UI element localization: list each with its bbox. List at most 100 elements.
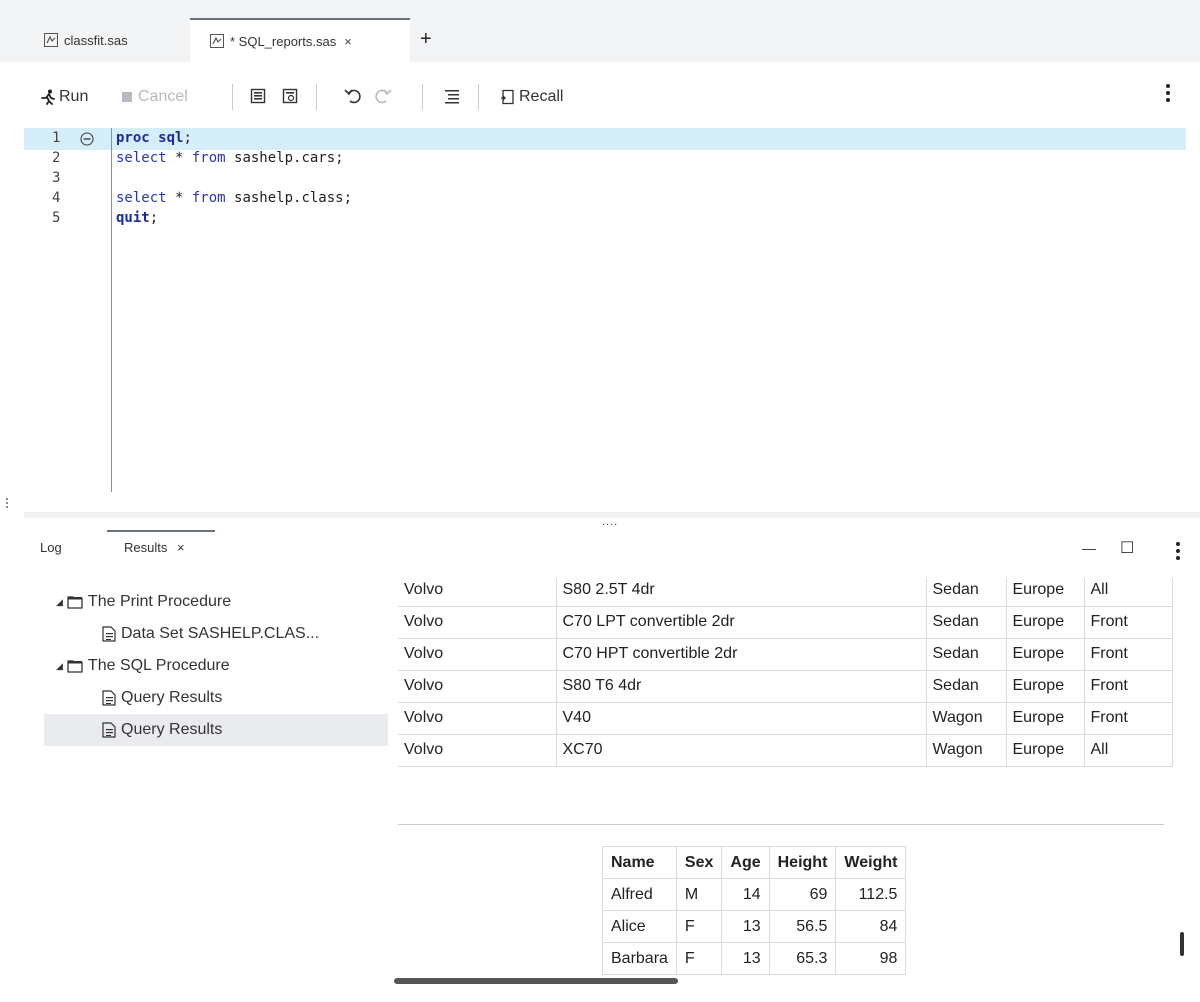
run-button[interactable]: Run bbox=[40, 88, 88, 106]
table-cell: Volvo bbox=[398, 670, 557, 703]
tree-node-print-procedure[interactable]: ◢ The Print Procedure bbox=[44, 586, 388, 618]
table-cell: Alice bbox=[602, 910, 677, 943]
table-cell: Europe bbox=[1006, 578, 1085, 607]
tree-node-label: Query Results bbox=[121, 721, 223, 738]
table-row: Barbara F 13 65.3 98 bbox=[602, 942, 907, 975]
format-code-button[interactable] bbox=[444, 88, 460, 109]
save-as-icon bbox=[282, 88, 298, 109]
active-tab-indicator bbox=[107, 530, 215, 532]
tab-label: classfit.sas bbox=[64, 32, 128, 48]
code-editor[interactable] bbox=[24, 126, 1200, 496]
table-cell: Europe bbox=[1006, 638, 1085, 671]
table-cell: 13 bbox=[721, 910, 770, 943]
save-icon bbox=[250, 88, 266, 109]
close-icon[interactable]: × bbox=[344, 34, 352, 49]
close-icon[interactable]: × bbox=[177, 540, 185, 555]
tab-sql-reports[interactable]: * SQL_reports.sas × bbox=[190, 18, 410, 62]
splitter-grip[interactable]: .... bbox=[602, 516, 618, 528]
toolbar-divider bbox=[232, 84, 233, 110]
column-header: Name bbox=[602, 846, 677, 879]
recall-button[interactable]: Recall bbox=[500, 88, 563, 106]
table-cell: All bbox=[1084, 734, 1173, 767]
table-cell: 69 bbox=[768, 878, 837, 911]
code-text: select * from sashelp.cars; bbox=[116, 150, 344, 166]
redo-button[interactable] bbox=[374, 88, 392, 109]
table-cell: C70 HPT convertible 2dr bbox=[556, 638, 927, 671]
table-cell: S80 T6 4dr bbox=[556, 670, 927, 703]
table-row: Alice F 13 56.5 84 bbox=[602, 910, 907, 943]
more-options-icon[interactable] bbox=[1166, 84, 1170, 105]
maximize-button[interactable]: ☐ bbox=[1120, 538, 1134, 558]
recall-label: Recall bbox=[519, 88, 564, 105]
stop-icon bbox=[122, 92, 132, 102]
code-token: ; bbox=[149, 210, 159, 226]
save-button[interactable] bbox=[250, 88, 266, 109]
line-number: 2 bbox=[52, 150, 61, 166]
fold-collapse-icon[interactable] bbox=[80, 132, 94, 151]
undo-button[interactable] bbox=[344, 88, 362, 109]
table-cell: Europe bbox=[1006, 606, 1085, 639]
table-row: Volvo XC70 Wagon Europe All bbox=[398, 734, 1173, 767]
tree-node-query-results-2[interactable]: Query Results bbox=[44, 714, 388, 746]
table-cell: Europe bbox=[1006, 670, 1085, 703]
table-cell: F bbox=[675, 942, 723, 975]
table-cell: Front bbox=[1084, 702, 1173, 735]
line-number: 5 bbox=[52, 210, 61, 226]
save-as-button[interactable] bbox=[282, 88, 298, 109]
toolbar-divider bbox=[316, 84, 317, 110]
editor-toolbar: Run Cancel Recall bbox=[24, 64, 1200, 126]
tab-results-label: Results bbox=[124, 540, 168, 555]
keyword-token: proc sql bbox=[116, 130, 184, 146]
expanded-triangle-icon: ◢ bbox=[56, 596, 63, 607]
table-cell: 112.5 bbox=[835, 878, 907, 911]
tree-node-label: The Print Procedure bbox=[87, 593, 232, 610]
tree-node-label: Query Results bbox=[121, 689, 223, 706]
vertical-scrollbar[interactable] bbox=[1180, 932, 1184, 956]
side-panel-handle-icon[interactable] bbox=[6, 498, 8, 510]
table-cell: V40 bbox=[556, 702, 927, 735]
more-options-icon[interactable] bbox=[1176, 542, 1180, 563]
code-token: * bbox=[166, 150, 192, 166]
tab-log[interactable]: Log bbox=[40, 540, 62, 555]
recall-icon bbox=[500, 89, 516, 105]
minimize-button[interactable]: — bbox=[1082, 540, 1096, 556]
horizontal-scrollbar[interactable] bbox=[394, 978, 678, 984]
table-cell: 84 bbox=[835, 910, 907, 943]
table-cell: XC70 bbox=[556, 734, 927, 767]
cancel-button[interactable]: Cancel bbox=[122, 88, 188, 106]
table-cell: Sedan bbox=[926, 638, 1007, 671]
tab-classfit[interactable]: classfit.sas bbox=[30, 18, 190, 62]
new-tab-button[interactable]: + bbox=[420, 28, 432, 51]
code-text: proc sql; bbox=[116, 130, 192, 146]
table-cell: Volvo bbox=[398, 734, 557, 767]
table-row: Volvo S80 T6 4dr Sedan Europe Front bbox=[398, 670, 1173, 703]
tree-node-label: The SQL Procedure bbox=[87, 657, 230, 674]
tree-node-dataset[interactable]: Data Set SASHELP.CLAS... bbox=[44, 618, 388, 650]
expanded-triangle-icon: ◢ bbox=[56, 660, 63, 671]
sas-program-icon bbox=[210, 34, 224, 48]
table-row: Volvo S80 2.5T 4dr Sedan Europe All bbox=[398, 578, 1173, 607]
table-cell: Sedan bbox=[926, 670, 1007, 703]
tree-node-query-results-1[interactable]: Query Results bbox=[44, 682, 388, 714]
cars-results-table: Volvo S80 2.5T 4dr Sedan Europe All Volvo C70 … bbox=[398, 578, 1173, 767]
table-cell: Europe bbox=[1006, 702, 1085, 735]
keyword-token: from bbox=[191, 150, 226, 166]
tab-results[interactable]: Results × bbox=[124, 540, 185, 555]
table-cell: Sedan bbox=[926, 606, 1007, 639]
cancel-label: Cancel bbox=[138, 88, 188, 105]
table-cell: 13 bbox=[721, 942, 770, 975]
tree-node-sql-procedure[interactable]: ◢ The SQL Procedure bbox=[44, 650, 388, 682]
redo-icon bbox=[374, 88, 392, 109]
tree-node-label: Data Set SASHELP.CLAS... bbox=[121, 625, 320, 642]
run-icon bbox=[40, 89, 56, 105]
table-row: Alfred M 14 69 112.5 bbox=[602, 878, 907, 911]
table-icon bbox=[102, 626, 116, 642]
table-cell: Volvo bbox=[398, 606, 557, 639]
gutter-divider bbox=[111, 128, 112, 492]
keyword-token: from bbox=[191, 190, 226, 206]
table-cell: Volvo bbox=[398, 638, 557, 671]
table-cell: Wagon bbox=[926, 702, 1007, 735]
table-cell: Wagon bbox=[926, 734, 1007, 767]
table-cell: Front bbox=[1084, 638, 1173, 671]
column-header: Height bbox=[768, 846, 837, 879]
